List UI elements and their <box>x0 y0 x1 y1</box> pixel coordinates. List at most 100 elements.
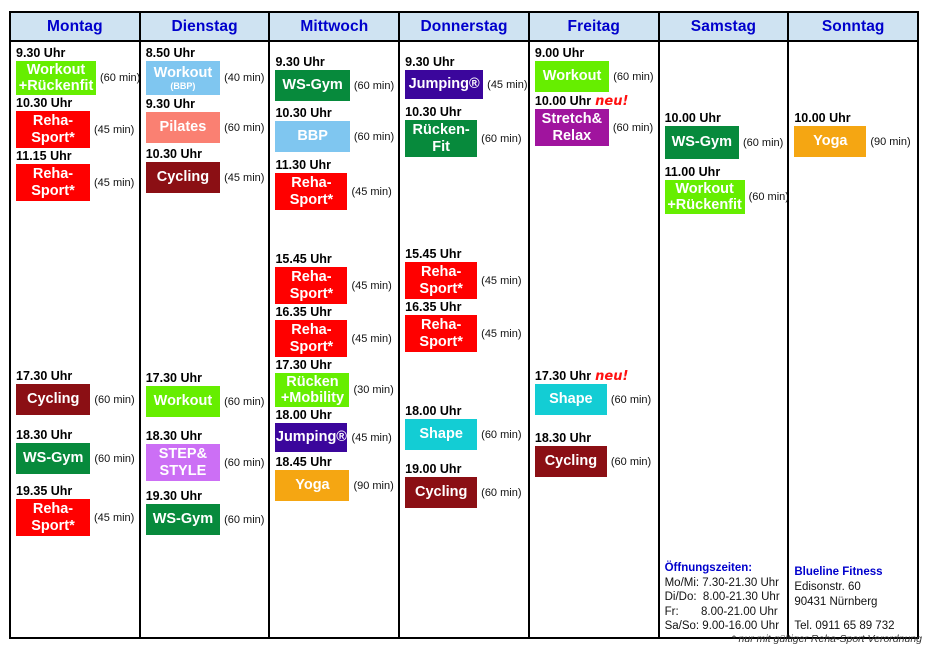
class-name-badge[interactable]: Reha- Sport* <box>16 499 90 536</box>
class-entry[interactable]: 10.00 Uhr WS-Gym (60 min) <box>664 111 783 159</box>
class-name-badge[interactable]: Workout (BBP) <box>145 61 221 95</box>
class-entry[interactable]: 10.30 Uhr BBP (60 min) <box>275 106 394 152</box>
class-entry[interactable]: 10.30 Uhr Cycling (45 min) <box>145 147 265 193</box>
class-name-line1: Yoga <box>295 477 330 493</box>
class-time: 17.30 Uhr <box>145 371 202 385</box>
class-entry[interactable]: 15.45 Uhr Reha- Sport* (45 min) <box>275 252 394 304</box>
class-name-badge[interactable]: Shape <box>405 419 478 450</box>
new-class-marker: neu! <box>595 94 629 109</box>
class-entry[interactable]: 17.30 Uhr Workout (60 min) <box>145 371 264 417</box>
class-time: 10.30 Uhr <box>16 96 73 110</box>
class-entry[interactable]: 8.50 Uhr Workout (BBP) (40 min) <box>145 46 264 95</box>
class-time-row: 18.30 Uhr <box>146 429 265 444</box>
class-entry[interactable]: 17.30 Uhr Rücken +Mobility (30 min) <box>275 358 394 407</box>
class-name-badge[interactable]: Shape <box>534 384 607 415</box>
class-body-row: Reha- Sport* (45 min) <box>16 111 135 148</box>
class-name-badge[interactable]: Pilates <box>145 112 221 143</box>
class-name-badge[interactable]: Cycling <box>145 162 221 193</box>
weekday-header-mittwoch: Mittwoch <box>270 13 401 40</box>
class-name-badge[interactable]: WS-Gym <box>664 126 739 159</box>
class-body-row: Rücken +Mobility (30 min) <box>275 373 394 407</box>
day-column-freitag: 9.00 Uhr Workout (60 min) 10.00 Uhr neu! Stre… <box>530 42 660 637</box>
class-name-badge[interactable]: Cycling <box>405 477 478 508</box>
class-name-badge[interactable]: Yoga <box>275 470 350 501</box>
class-name-badge[interactable]: Reha- Sport* <box>405 315 478 352</box>
class-entry[interactable]: 11.15 Uhr Reha- Sport* (45 min) <box>16 149 135 201</box>
info-box-samstag: Öffnungszeiten: Mo/Mi: 7.30-21.30 Uhr Di/D… <box>665 561 784 633</box>
class-entry[interactable]: 17.30 Uhr neu! Shape (60 min) <box>534 369 654 415</box>
class-entry[interactable]: 18.30 Uhr STEP& STYLE (60 min) <box>145 429 265 481</box>
info-box-title: Blueline Fitness <box>794 566 883 579</box>
class-name-badge[interactable]: Reha- Sport* <box>16 164 90 201</box>
class-entry[interactable]: 18.45 Uhr Yoga (90 min) <box>275 455 394 501</box>
class-entry[interactable]: 10.30 Uhr Reha- Sport* (45 min) <box>16 96 135 148</box>
class-entry[interactable]: 17.30 Uhr Cycling (60 min) <box>16 369 135 415</box>
info-box-sonntag: Blueline Fitness Edisonstr. 60 90431 Nürnb… <box>794 565 913 633</box>
class-body-row: Workout (60 min) <box>145 386 264 417</box>
class-name-line1: Cycling <box>27 391 80 407</box>
class-entry[interactable]: 19.30 Uhr WS-Gym (60 min) <box>145 489 264 535</box>
class-name-badge[interactable]: WS-Gym <box>16 443 91 474</box>
class-time-row: 18.00 Uhr <box>275 408 394 423</box>
class-body-row: Reha- Sport* (45 min) <box>16 164 135 201</box>
class-name-badge[interactable]: Workout <box>145 386 221 417</box>
class-entry[interactable]: 19.00 Uhr Cycling (60 min) <box>405 462 524 508</box>
class-name-line2: Sport* <box>419 333 463 350</box>
class-entry[interactable]: 9.30 Uhr Pilates (60 min) <box>145 97 264 143</box>
class-time-row: 10.30 Uhr <box>146 147 265 162</box>
class-entry[interactable]: 15.45 Uhr Reha- Sport* (45 min) <box>405 247 524 299</box>
class-name-badge[interactable]: Cycling <box>16 384 91 415</box>
class-entry[interactable]: 16.35 Uhr Reha- Sport* (45 min) <box>275 305 394 357</box>
class-duration: (60 min) <box>613 70 654 83</box>
class-name-badge[interactable]: Reha- Sport* <box>405 262 478 299</box>
class-time-row: 9.00 Uhr <box>535 46 654 61</box>
class-entry[interactable]: 18.30 Uhr Cycling (60 min) <box>534 431 654 477</box>
class-time: 10.30 Uhr <box>405 105 462 119</box>
class-name-badge[interactable]: WS-Gym <box>275 70 350 101</box>
class-entry[interactable]: 11.30 Uhr Reha- Sport* (45 min) <box>275 158 394 210</box>
class-name-badge[interactable]: Reha- Sport* <box>275 173 348 210</box>
class-name-badge[interactable]: WS-Gym <box>145 504 221 535</box>
class-name-badge[interactable]: Jumping® <box>275 423 348 452</box>
class-time: 10.30 Uhr <box>275 106 332 120</box>
class-entry[interactable]: 9.00 Uhr Workout (60 min) <box>534 46 654 92</box>
class-time-row: 10.00 Uhr neu! <box>535 94 654 109</box>
class-duration: (30 min) <box>353 384 394 396</box>
reha-sport-disclaimer: * nur mit gültiger Reha-Sport Verordnung <box>731 633 922 645</box>
class-body-row: Yoga (90 min) <box>794 126 913 157</box>
class-entry[interactable]: 9.30 Uhr Workout +Rückenfit (60 min) <box>16 46 139 95</box>
class-entry[interactable]: 18.00 Uhr Shape (60 min) <box>405 404 524 450</box>
class-name-badge[interactable]: Yoga <box>794 126 867 157</box>
class-name-line1: STEP& <box>158 446 208 462</box>
class-entry[interactable]: 9.30 Uhr WS-Gym (60 min) <box>275 55 394 101</box>
class-name-badge[interactable]: BBP <box>275 121 350 152</box>
class-name-line1: Cycling <box>156 169 210 185</box>
class-duration: (45 min) <box>351 185 392 198</box>
class-name-badge[interactable]: Reha- Sport* <box>275 267 348 304</box>
class-name-badge[interactable]: Rücken- Fit <box>405 120 478 157</box>
class-entry[interactable]: 18.30 Uhr WS-Gym (60 min) <box>16 428 135 474</box>
class-entry[interactable]: 18.00 Uhr Jumping® (45 min) <box>275 408 394 452</box>
class-name-badge[interactable]: Workout +Rückenfit <box>16 61 96 95</box>
class-name-badge[interactable]: Rücken +Mobility <box>275 373 350 407</box>
class-name-badge[interactable]: STEP& STYLE <box>145 444 221 481</box>
class-name-badge[interactable]: Cycling <box>534 446 607 477</box>
class-entry[interactable]: 16.35 Uhr Reha- Sport* (45 min) <box>405 300 524 352</box>
class-entry[interactable]: 10.30 Uhr Rücken- Fit (60 min) <box>405 105 524 157</box>
class-name-badge[interactable]: Reha- Sport* <box>275 320 348 357</box>
class-duration: (45 min) <box>481 327 522 340</box>
class-name-badge[interactable]: Jumping® <box>405 70 484 99</box>
class-name-badge[interactable]: Reha- Sport* <box>16 111 90 148</box>
class-name-badge[interactable]: Stretch& Relax <box>534 109 609 146</box>
class-body-row: Shape (60 min) <box>534 384 654 415</box>
class-entry[interactable]: 19.35 Uhr Reha- Sport* (45 min) <box>16 484 135 536</box>
class-duration: (60 min) <box>748 191 789 203</box>
class-time-row: 11.15 Uhr <box>16 149 135 164</box>
class-name-badge[interactable]: Workout +Rückenfit <box>664 180 745 214</box>
class-entry[interactable]: 10.00 Uhr neu! Stretch& Relax (60 min) <box>534 94 654 146</box>
class-entry[interactable]: 9.30 Uhr Jumping® (45 min) <box>405 55 528 99</box>
class-name-line2: +Mobility <box>280 390 345 406</box>
class-entry[interactable]: 11.00 Uhr Workout +Rückenfit (60 min) <box>664 165 787 214</box>
class-name-badge[interactable]: Workout <box>534 61 610 92</box>
class-entry[interactable]: 10.00 Uhr Yoga (90 min) <box>794 111 913 157</box>
